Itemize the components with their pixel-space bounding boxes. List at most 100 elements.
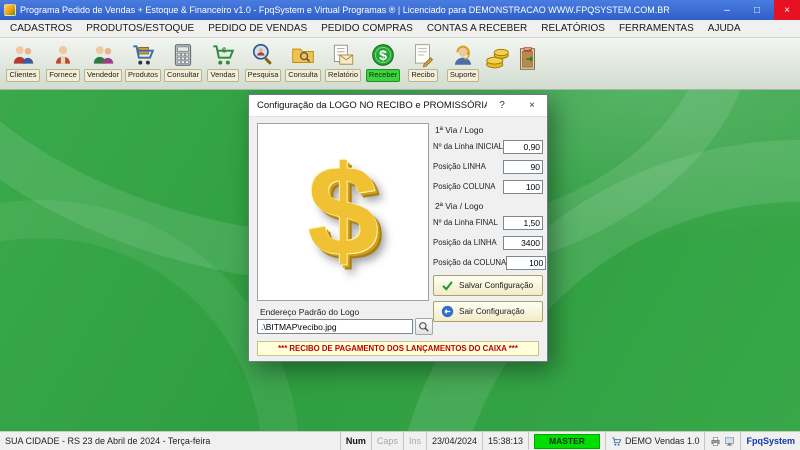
dialog-close-button[interactable]: × <box>517 95 547 117</box>
status-date: 23/04/2024 <box>427 432 483 450</box>
products-cart-icon <box>133 45 155 65</box>
linha-inicial-label: Nº da Linha INICIAL <box>433 142 504 151</box>
toolbar-produtos-button[interactable]: Produtos <box>123 40 163 82</box>
dialog-titlebar[interactable]: Configuração da LOGO NO RECIBO e PROMISS… <box>249 95 547 117</box>
menu-contas-a-receber[interactable]: CONTAS A RECEBER <box>420 20 534 37</box>
exit-config-label: Sair Configuração <box>459 307 525 316</box>
close-button[interactable]: × <box>774 0 800 20</box>
toolbar-clientes-button[interactable]: Clientes <box>3 40 43 82</box>
toolbar-pesquisa-button[interactable]: Pesquisa <box>243 40 283 82</box>
statusbar: SUA CIDADE - RS 23 de Abril de 2024 - Te… <box>0 431 800 450</box>
field-row: Nº da Linha INICIAL <box>433 139 544 154</box>
exit-door-icon: EXIT <box>519 47 535 70</box>
posicao-coluna-1-label: Posição COLUNA <box>433 182 496 191</box>
toolbar-pesquisa-label: Pesquisa <box>244 69 282 82</box>
printer-icon[interactable] <box>710 436 721 447</box>
user-badge: MASTER <box>534 433 600 449</box>
support-icon <box>454 45 472 65</box>
status-caps-lock: Caps <box>372 432 404 450</box>
toolbar-vendedor-button[interactable]: Vendedor <box>83 40 123 82</box>
linha-inicial-input[interactable] <box>503 139 544 154</box>
save-config-button[interactable]: Salvar Configuração <box>433 275 543 296</box>
toolbar-fornecedor-button[interactable]: Fornece <box>43 40 83 82</box>
toolbar-clientes-label: Clientes <box>6 69 40 82</box>
check-icon <box>442 281 453 291</box>
status-time: 15:38:13 <box>483 432 530 450</box>
menu-cadastros[interactable]: CADASTROS <box>3 20 79 37</box>
toolbar-coins-button[interactable] <box>483 40 513 72</box>
window-title: Programa Pedido de Vendas + Estoque & Fi… <box>20 5 670 15</box>
posicao-linha-1-input[interactable] <box>503 159 543 174</box>
dialog-help-button[interactable]: ? <box>487 95 517 117</box>
maximize-button[interactable]: □ <box>744 0 770 20</box>
menu-relatorios[interactable]: RELATÓRIOS <box>534 20 612 37</box>
toolbar-consultar-label: Consultar <box>163 69 203 82</box>
group-1-header: 1ª Via / Logo <box>435 125 484 135</box>
menu-pedido-de-vendas[interactable]: PEDIDO DE VENDAS <box>201 20 314 37</box>
seller-icon <box>93 46 114 64</box>
app-icon <box>4 4 16 16</box>
toolbar-recibo-label: Recibo <box>408 69 438 82</box>
linha-final-label: Nº da Linha FINAL <box>433 218 498 227</box>
folder-search-icon <box>292 48 314 64</box>
toolbar-consultar-button[interactable]: Consultar <box>163 40 203 82</box>
desktop-area: Configuração da LOGO NO RECIBO e PROMISS… <box>0 90 800 431</box>
logo-path-browse-button[interactable] <box>415 318 433 335</box>
toolbar-consulta-label: Consulta <box>285 69 321 82</box>
dialog-title: Configuração da LOGO NO RECIBO e PROMISS… <box>257 100 487 111</box>
posicao-coluna-2-input[interactable] <box>506 255 547 270</box>
status-location: SUA CIDADE - RS 23 de Abril de 2024 - Te… <box>0 432 341 450</box>
field-row: Posição da COLUNA <box>433 255 547 270</box>
magnifier-icon <box>419 321 429 332</box>
toolbar-receber-button[interactable]: $ Receber <box>363 40 403 82</box>
toolbar-relatorio-button[interactable]: Relatório <box>323 40 363 82</box>
toolbar-exit-button[interactable]: EXIT <box>513 40 543 72</box>
search-icon <box>252 43 272 65</box>
toolbar: Clientes Fornece Vendedor Produtos Consu… <box>0 38 800 90</box>
svg-text:$: $ <box>379 47 387 63</box>
dollar-logo-image: $ <box>307 140 379 283</box>
toolbar-suporte-button[interactable]: Suporte <box>443 40 483 82</box>
linha-final-input[interactable] <box>503 215 543 230</box>
status-insert: Ins <box>404 432 427 450</box>
menu-ferramentas[interactable]: FERRAMENTAS <box>612 20 701 37</box>
window-titlebar: Programa Pedido de Vendas + Estoque & Fi… <box>0 0 800 20</box>
posicao-linha-1-label: Posição LINHA <box>433 162 486 171</box>
posicao-linha-2-input[interactable] <box>503 235 543 250</box>
toolbar-consulta-button[interactable]: Consulta <box>283 40 323 82</box>
toolbar-recibo-button[interactable]: Recibo <box>403 40 443 82</box>
save-config-label: Salvar Configuração <box>459 281 534 290</box>
status-num-lock: Num <box>341 432 372 450</box>
menu-ajuda[interactable]: AJUDA <box>701 20 748 37</box>
coins-icon <box>486 48 509 69</box>
monitor-icon[interactable] <box>724 436 735 447</box>
dialog-footer-note: *** RECIBO DE PAGAMENTO DOS LANÇAMENTOS … <box>257 341 539 356</box>
field-row: Posição LINHA <box>433 159 543 174</box>
exit-config-button[interactable]: Sair Configuração <box>433 301 543 322</box>
toolbar-vendas-button[interactable]: $ Vendas <box>203 40 243 82</box>
supplier-icon <box>55 46 71 64</box>
cart-mini-icon <box>612 436 622 446</box>
status-brand: FpqSystem <box>746 436 795 446</box>
calculator-icon <box>174 44 192 66</box>
minimize-button[interactable]: – <box>714 0 740 20</box>
toolbar-receber-label: Receber <box>365 69 401 82</box>
receipt-icon <box>414 44 433 68</box>
logo-config-dialog: Configuração da LOGO NO RECIBO e PROMISS… <box>248 94 548 362</box>
toolbar-vendedor-label: Vendedor <box>83 69 123 82</box>
field-row: Posição da LINHA <box>433 235 543 250</box>
posicao-coluna-1-input[interactable] <box>503 179 543 194</box>
status-version: DEMO Vendas 1.0 <box>606 432 706 450</box>
menu-produtos-estoque[interactable]: PRODUTOS/ESTOQUE <box>79 20 201 37</box>
receive-coin-icon: $ <box>372 44 394 66</box>
toolbar-relatorio-label: Relatório <box>324 69 361 82</box>
group-2-header: 2ª Via / Logo <box>435 201 484 211</box>
logo-preview: $ <box>257 123 429 301</box>
svg-text:EXIT: EXIT <box>525 47 532 51</box>
field-row: Nº da Linha FINAL <box>433 215 543 230</box>
status-icons <box>705 432 742 450</box>
sales-cart-icon: $ <box>213 45 235 65</box>
logo-path-input[interactable] <box>257 319 413 334</box>
posicao-linha-2-label: Posição da LINHA <box>433 238 497 247</box>
menu-pedido-compras[interactable]: PEDIDO COMPRAS <box>314 20 420 37</box>
